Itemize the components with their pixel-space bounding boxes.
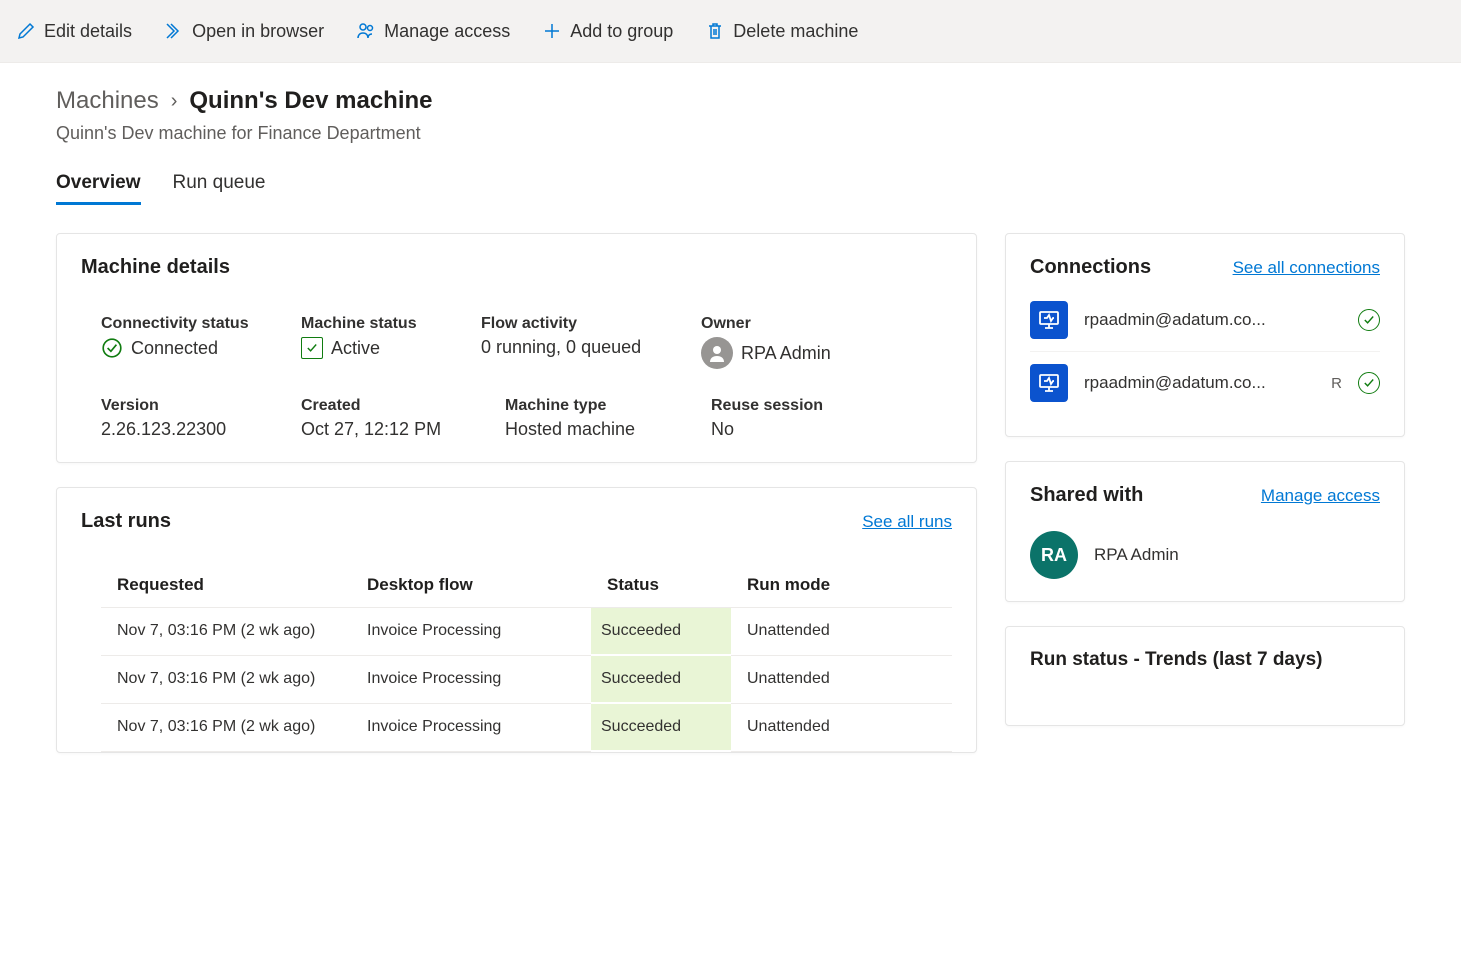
cell-flow: Invoice Processing xyxy=(351,703,591,751)
manage-access-label: Manage access xyxy=(384,21,510,42)
pencil-icon xyxy=(16,21,36,41)
cell-status: Succeeded xyxy=(591,655,731,703)
connection-extra: R xyxy=(1331,375,1342,392)
command-toolbar: Edit details Open in browser Manage acce… xyxy=(0,0,1461,63)
breadcrumb: Machines › Quinn's Dev machine xyxy=(56,87,1405,115)
desktop-flow-icon xyxy=(1030,301,1068,339)
machine-details-card: Machine details Connectivity status Conn… xyxy=(56,233,977,463)
manage-access-button[interactable]: Manage access xyxy=(352,15,514,48)
cell-requested: Nov 7, 03:16 PM (2 wk ago) xyxy=(101,655,351,703)
cell-status: Succeeded xyxy=(591,608,731,656)
table-row[interactable]: Nov 7, 03:16 PM (2 wk ago)Invoice Proces… xyxy=(101,703,952,751)
tab-run-queue[interactable]: Run queue xyxy=(173,172,266,205)
manage-access-link[interactable]: Manage access xyxy=(1261,486,1380,506)
delete-machine-button[interactable]: Delete machine xyxy=(701,15,862,48)
connection-label: rpaadmin@adatum.co... xyxy=(1084,373,1315,393)
machine-status-item: Machine status Active xyxy=(301,315,481,369)
check-circle-icon xyxy=(1358,372,1380,394)
machine-details-title: Machine details xyxy=(81,256,952,279)
cell-flow: Invoice Processing xyxy=(351,655,591,703)
cell-requested: Nov 7, 03:16 PM (2 wk ago) xyxy=(101,703,351,751)
trash-icon xyxy=(705,21,725,41)
chevron-right-icon: › xyxy=(171,90,178,113)
cell-requested: Nov 7, 03:16 PM (2 wk ago) xyxy=(101,608,351,656)
shared-user-name: RPA Admin xyxy=(1094,545,1179,565)
cell-mode: Unattended xyxy=(731,655,952,703)
open-icon xyxy=(164,21,184,41)
breadcrumb-root[interactable]: Machines xyxy=(56,87,159,115)
add-to-group-label: Add to group xyxy=(570,21,673,42)
cell-flow: Invoice Processing xyxy=(351,608,591,656)
table-row[interactable]: Nov 7, 03:16 PM (2 wk ago)Invoice Proces… xyxy=(101,608,952,656)
connections-title: Connections xyxy=(1030,256,1151,279)
tab-overview[interactable]: Overview xyxy=(56,172,141,205)
see-all-connections-link[interactable]: See all connections xyxy=(1233,258,1380,278)
shared-user-item[interactable]: RA RPA Admin xyxy=(1030,531,1380,579)
version-item: Version 2.26.123.22300 xyxy=(101,397,301,440)
add-to-group-button[interactable]: Add to group xyxy=(538,15,677,48)
last-runs-card: Last runs See all runs Requested Desktop… xyxy=(56,487,977,753)
edit-details-button[interactable]: Edit details xyxy=(12,15,136,48)
runs-table: Requested Desktop flow Status Run mode N… xyxy=(101,563,952,752)
connectivity-status-item: Connectivity status Connected xyxy=(101,315,301,369)
open-browser-label: Open in browser xyxy=(192,21,324,42)
owner-item: Owner RPA Admin xyxy=(701,315,901,369)
col-run-mode[interactable]: Run mode xyxy=(731,563,952,608)
table-row[interactable]: Nov 7, 03:16 PM (2 wk ago)Invoice Proces… xyxy=(101,655,952,703)
desktop-flow-icon xyxy=(1030,364,1068,402)
people-icon xyxy=(356,21,376,41)
created-item: Created Oct 27, 12:12 PM xyxy=(301,397,481,440)
run-status-card: Run status - Trends (last 7 days) xyxy=(1005,626,1405,726)
breadcrumb-current: Quinn's Dev machine xyxy=(189,87,432,115)
col-status[interactable]: Status xyxy=(591,563,731,608)
col-requested[interactable]: Requested xyxy=(101,563,351,608)
avatar: RA xyxy=(1030,531,1078,579)
flow-activity-item: Flow activity 0 running, 0 queued xyxy=(481,315,701,369)
check-circle-icon xyxy=(101,337,123,359)
shared-with-card: Shared with Manage access RA RPA Admin xyxy=(1005,461,1405,602)
check-square-icon xyxy=(301,337,323,359)
edit-details-label: Edit details xyxy=(44,21,132,42)
col-desktop-flow[interactable]: Desktop flow xyxy=(351,563,591,608)
person-icon xyxy=(701,337,733,369)
last-runs-title: Last runs xyxy=(81,510,171,533)
machine-type-item: Machine type Hosted machine xyxy=(505,397,701,440)
cell-status: Succeeded xyxy=(591,703,731,751)
cell-mode: Unattended xyxy=(731,703,952,751)
check-circle-icon xyxy=(1358,309,1380,331)
plus-icon xyxy=(542,21,562,41)
run-status-title: Run status - Trends (last 7 days) xyxy=(1030,649,1380,671)
reuse-session-item: Reuse session No xyxy=(711,397,901,440)
connection-item[interactable]: rpaadmin@adatum.co... R xyxy=(1030,352,1380,414)
shared-with-title: Shared with xyxy=(1030,484,1143,507)
open-browser-button[interactable]: Open in browser xyxy=(160,15,328,48)
connections-card: Connections See all connections rpaadmin… xyxy=(1005,233,1405,437)
connection-label: rpaadmin@adatum.co... xyxy=(1084,310,1342,330)
delete-machine-label: Delete machine xyxy=(733,21,858,42)
tabs: Overview Run queue xyxy=(56,172,1405,205)
connection-item[interactable]: rpaadmin@adatum.co... xyxy=(1030,289,1380,352)
page-subtitle: Quinn's Dev machine for Finance Departme… xyxy=(56,123,1405,144)
cell-mode: Unattended xyxy=(731,608,952,656)
see-all-runs-link[interactable]: See all runs xyxy=(862,512,952,532)
